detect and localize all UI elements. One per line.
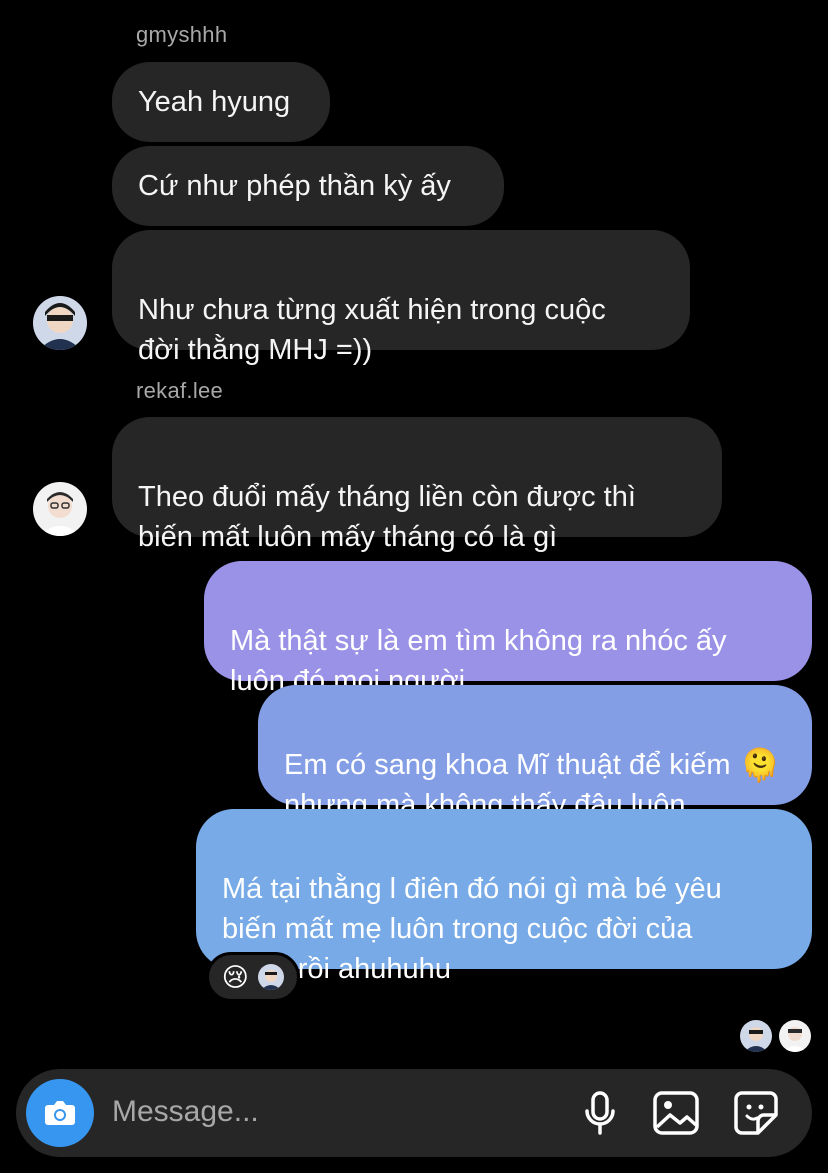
- outgoing-message[interactable]: Mà thật sự là em tìm không ra nhóc ấy lu…: [204, 561, 812, 697]
- crying-face-emoji: 😢: [221, 962, 249, 992]
- seen-avatar-gmyshhh: [740, 1020, 772, 1052]
- avatar-gmyshhh[interactable]: [33, 296, 87, 350]
- image-icon: [653, 1091, 699, 1135]
- sticker-icon: [734, 1091, 778, 1135]
- sender-username: rekaf.lee: [136, 378, 224, 403]
- message-reactions[interactable]: 😢: [206, 952, 300, 1002]
- incoming-message[interactable]: Cứ như phép thần kỳ ấy: [112, 146, 504, 226]
- microphone-icon: [585, 1091, 615, 1135]
- message-composer: Message...: [16, 1069, 812, 1157]
- sticker-button[interactable]: [730, 1087, 782, 1139]
- message-text: Yeah hyung: [138, 86, 291, 118]
- message-text: Theo đuổi mấy tháng liền còn được thì bi…: [138, 481, 636, 553]
- message-input[interactable]: Message...: [112, 1095, 259, 1129]
- outgoing-message[interactable]: Má tại thằng l điên đó nói gì mà bé yêu …: [196, 809, 812, 985]
- reactor-avatar: [258, 964, 285, 990]
- incoming-message[interactable]: Theo đuổi mấy tháng liền còn được thì bi…: [112, 417, 722, 553]
- message-text: Cứ như phép thần kỳ ấy: [138, 170, 451, 202]
- outgoing-message[interactable]: Em có sang khoa Mĩ thuật để kiếm nhưng m…: [258, 685, 812, 821]
- message-text: Như chưa từng xuất hiện trong cuộc đời t…: [138, 294, 606, 366]
- camera-button[interactable]: [26, 1079, 94, 1147]
- incoming-message[interactable]: Yeah hyung: [112, 62, 330, 142]
- avatar-rekaf-lee[interactable]: [33, 482, 87, 536]
- camera-icon: [45, 1101, 75, 1125]
- seen-avatar-rekaf-lee: [779, 1020, 811, 1052]
- microphone-button[interactable]: [574, 1087, 626, 1139]
- incoming-message[interactable]: Như chưa từng xuất hiện trong cuộc đời t…: [112, 230, 690, 366]
- gallery-button[interactable]: [650, 1087, 702, 1139]
- melting-face-emoji: 🫠: [740, 747, 780, 783]
- sender-username: gmyshhh: [136, 22, 228, 47]
